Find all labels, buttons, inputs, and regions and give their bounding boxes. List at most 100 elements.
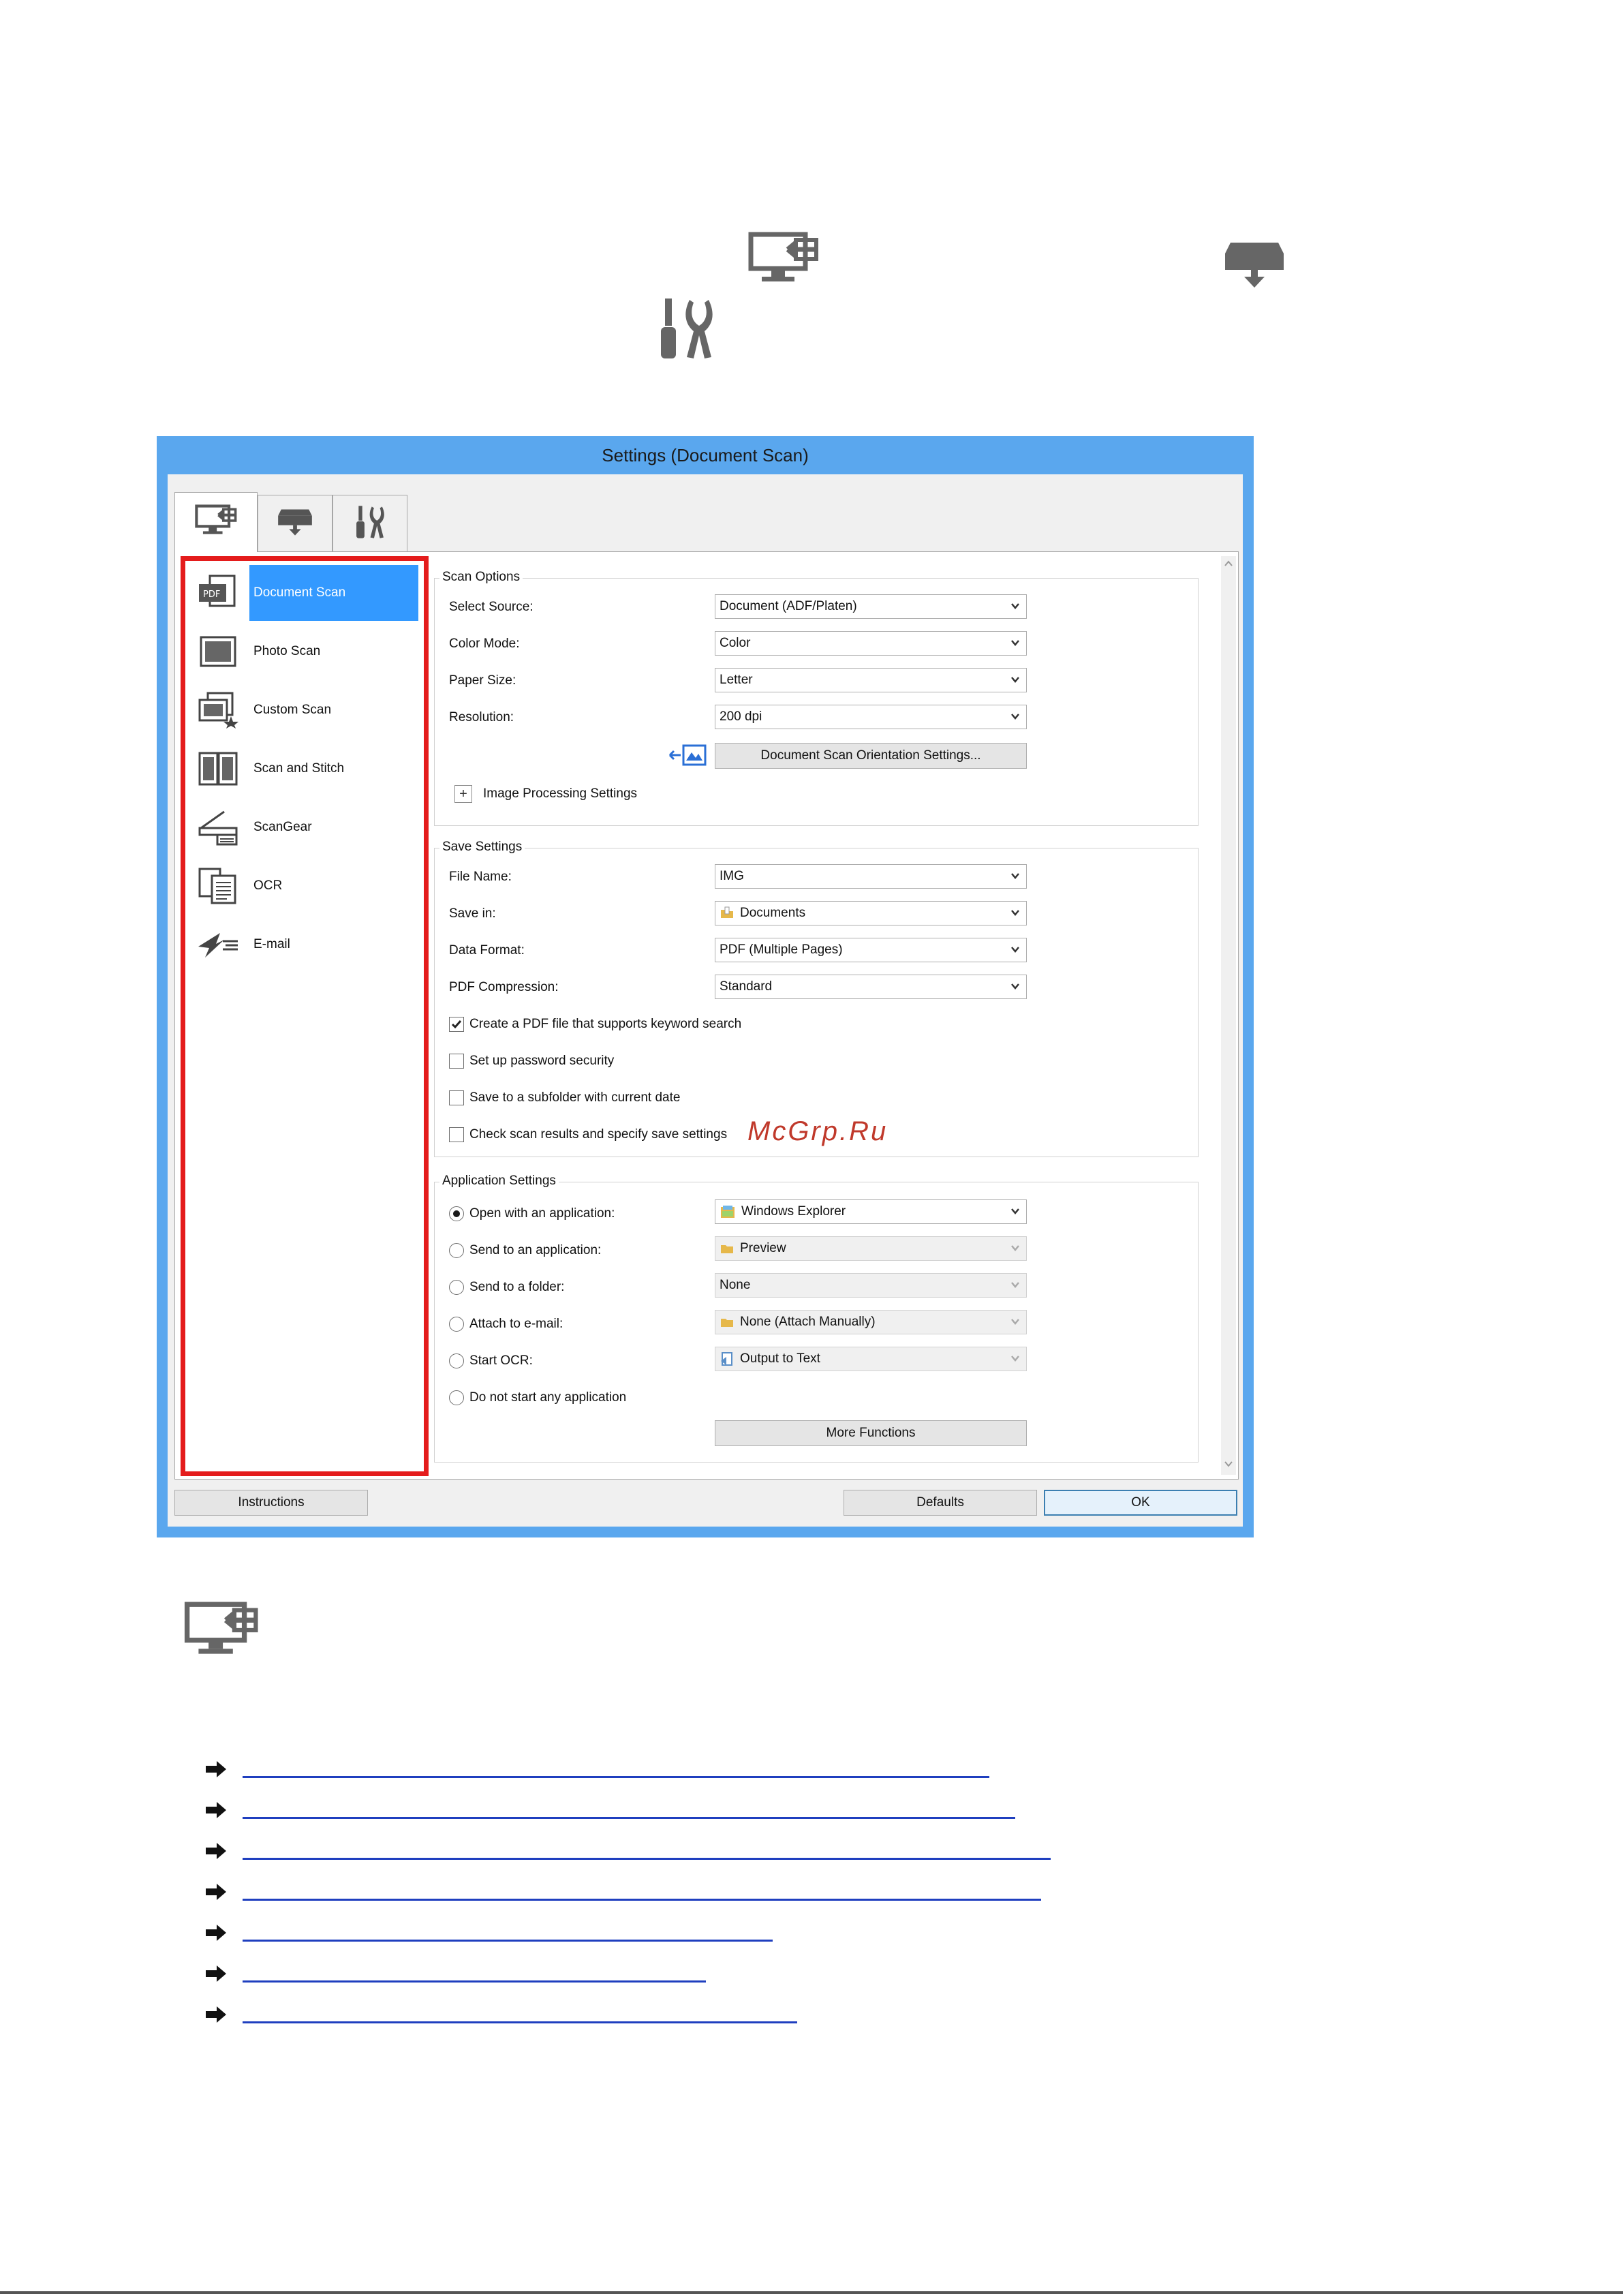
sidebar-item-scan-and-stitch[interactable]: Scan and Stitch [194, 741, 418, 797]
save-settings-title: Save Settings [439, 840, 525, 855]
settings-dialog: Settings (Document Scan) PDF Document Sc… [157, 436, 1254, 1537]
resolution-label: Resolution: [449, 710, 514, 724]
sidebar-item-label: Photo Scan [253, 644, 321, 658]
link-underline[interactable] [243, 1775, 989, 1778]
expand-image-processing-button[interactable]: + [454, 785, 472, 803]
send-to-folder-label: Send to a folder: [469, 1280, 565, 1294]
ocr-output-icon [720, 1351, 735, 1366]
start-ocr-value: Output to Text [740, 1351, 820, 1366]
attach-email-dropdown[interactable]: None (Attach Manually) [715, 1310, 1027, 1334]
link-underline[interactable] [243, 1857, 1051, 1860]
open-with-app-radio[interactable] [449, 1206, 464, 1221]
monitor-arrow-icon [748, 232, 819, 286]
chevron-down-icon [1010, 1242, 1021, 1257]
scan-type-sidebar: PDF Document Scan Photo Scan Custom Scan… [181, 556, 429, 1476]
password-security-checkbox[interactable] [449, 1054, 464, 1069]
color-mode-value: Color [720, 636, 751, 650]
attach-email-radio[interactable] [449, 1317, 464, 1332]
data-format-dropdown[interactable]: PDF (Multiple Pages) [715, 938, 1027, 962]
color-mode-label: Color Mode: [449, 637, 520, 651]
vertical-scrollbar[interactable] [1221, 556, 1236, 1475]
link-row[interactable] [204, 1880, 1041, 1907]
paper-size-dropdown[interactable]: Letter [715, 668, 1027, 692]
scroll-up-icon[interactable] [1223, 559, 1234, 572]
open-with-app-label: Open with an application: [469, 1206, 615, 1221]
scroll-down-icon[interactable] [1223, 1459, 1234, 1472]
link-underline[interactable] [243, 1898, 1041, 1901]
chevron-down-icon [1010, 944, 1021, 959]
defaults-button[interactable]: Defaults [844, 1490, 1037, 1516]
page-bottom-rule [0, 2291, 1623, 2294]
chevron-down-icon [1010, 711, 1021, 726]
more-functions-button[interactable]: More Functions [715, 1420, 1027, 1446]
link-row[interactable] [204, 1798, 1015, 1825]
link-row[interactable] [204, 1839, 1051, 1866]
link-row[interactable] [204, 1757, 989, 1784]
scanner-download-icon [1224, 240, 1285, 289]
chevron-down-icon [1010, 1206, 1021, 1221]
save-in-value: Documents [740, 906, 806, 920]
chevron-down-icon [1010, 1353, 1021, 1368]
sidebar-item-email[interactable]: E-mail [194, 917, 418, 973]
sidebar-item-photo-scan[interactable]: Photo Scan [194, 624, 418, 679]
tab-general-settings[interactable] [333, 495, 407, 552]
tab-scan-from-computer[interactable] [174, 492, 258, 552]
pdf-compression-label: PDF Compression: [449, 980, 559, 994]
tools-icon [660, 297, 713, 360]
link-row[interactable] [204, 2002, 797, 2030]
sidebar-item-document-scan[interactable]: PDF Document Scan [194, 565, 418, 621]
sidebar-item-ocr[interactable]: OCR [194, 858, 418, 914]
paper-size-value: Letter [720, 673, 753, 687]
check-scan-results-checkbox[interactable] [449, 1127, 464, 1142]
send-to-folder-dropdown[interactable]: None [715, 1273, 1027, 1298]
windows-explorer-icon [720, 1204, 736, 1219]
send-to-app-dropdown[interactable]: Preview [715, 1236, 1027, 1261]
link-underline[interactable] [243, 2021, 797, 2023]
send-to-app-radio[interactable] [449, 1243, 464, 1258]
sidebar-item-custom-scan[interactable]: Custom Scan [194, 682, 418, 738]
pdf-document-icon: PDF [194, 572, 243, 614]
send-to-folder-radio[interactable] [449, 1280, 464, 1295]
link-underline[interactable] [243, 1980, 706, 1983]
subfolder-date-checkbox[interactable] [449, 1090, 464, 1105]
file-name-label: File Name: [449, 870, 512, 884]
sidebar-item-label: OCR [253, 878, 283, 893]
send-to-folder-value: None [720, 1278, 751, 1292]
select-source-dropdown[interactable]: Document (ADF/Platen) [715, 594, 1027, 619]
link-underline[interactable] [243, 1816, 1015, 1819]
checkmark-icon [450, 1020, 463, 1034]
start-ocr-dropdown[interactable]: Output to Text [715, 1347, 1027, 1371]
do-not-start-radio[interactable] [449, 1390, 464, 1405]
save-in-dropdown[interactable]: Documents [715, 901, 1027, 925]
resolution-dropdown[interactable]: 200 dpi [715, 705, 1027, 729]
sidebar-item-scangear[interactable]: ScanGear [194, 799, 418, 855]
sidebar-item-label: Custom Scan [253, 703, 332, 717]
sidebar-item-label: ScanGear [253, 820, 312, 834]
attach-email-label: Attach to e-mail: [469, 1317, 563, 1331]
watermark-text: McGrp.Ru [747, 1116, 888, 1146]
link-row[interactable] [204, 1920, 773, 1948]
scangear-icon [194, 806, 243, 848]
color-mode-dropdown[interactable]: Color [715, 631, 1027, 656]
start-ocr-radio[interactable] [449, 1353, 464, 1368]
ok-button[interactable]: OK [1044, 1490, 1237, 1516]
link-row[interactable] [204, 1961, 706, 1989]
save-in-label: Save in: [449, 906, 496, 921]
arrow-right-icon [204, 1964, 228, 1987]
chevron-down-icon [1010, 674, 1021, 689]
keyword-search-checkbox[interactable] [449, 1017, 464, 1032]
subfolder-date-label: Save to a subfolder with current date [469, 1090, 681, 1105]
pdf-compression-dropdown[interactable]: Standard [715, 975, 1027, 999]
keyword-search-label: Create a PDF file that supports keyword … [469, 1017, 742, 1031]
custom-scan-icon [194, 689, 243, 731]
select-source-value: Document (ADF/Platen) [720, 599, 857, 613]
orientation-settings-button[interactable]: Document Scan Orientation Settings... [715, 743, 1027, 769]
open-with-app-value: Windows Explorer [741, 1204, 846, 1219]
file-name-combo[interactable]: IMG [715, 864, 1027, 889]
open-with-app-dropdown[interactable]: Windows Explorer [715, 1199, 1027, 1224]
image-processing-label: Image Processing Settings [483, 786, 638, 801]
instructions-button[interactable]: Instructions [174, 1490, 368, 1516]
svg-text:PDF: PDF [203, 590, 220, 600]
link-underline[interactable] [243, 1939, 773, 1942]
tab-scan-from-operation-panel[interactable] [258, 495, 333, 552]
